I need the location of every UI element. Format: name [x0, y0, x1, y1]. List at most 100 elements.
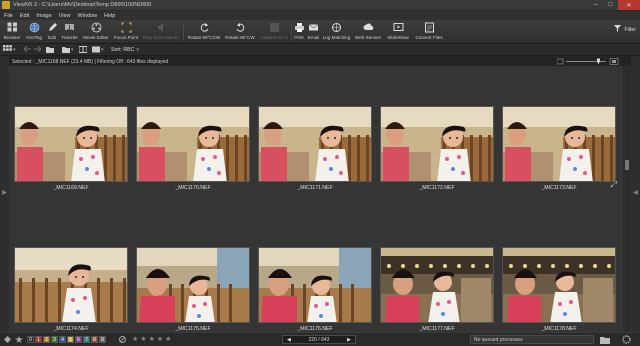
- thumbnail-item[interactable]: _MIC1169.NEF: [12, 106, 130, 222]
- thumbnail-image[interactable]: [136, 106, 250, 182]
- thumbnail-item[interactable]: _MIC1170.NEF: [134, 106, 252, 222]
- thumbnail-image[interactable]: [136, 247, 250, 323]
- rotate-cw-button[interactable]: Rotate 90°CW: [223, 21, 257, 43]
- thumbnail-view-button[interactable]: ▾: [3, 45, 16, 55]
- close-icon[interactable]: ✕: [618, 0, 640, 10]
- right-panel-strip[interactable]: ◀: [631, 56, 640, 332]
- next-page-icon[interactable]: ▶: [347, 337, 351, 343]
- thumbnail-image[interactable]: [502, 247, 616, 323]
- thumbnail-image[interactable]: [380, 247, 494, 323]
- vertical-scrollbar[interactable]: [623, 66, 631, 332]
- color-label-0[interactable]: 0: [27, 336, 34, 343]
- forward-button[interactable]: [34, 45, 42, 55]
- thumbnail-item[interactable]: _MIC1171.NEF: [256, 106, 374, 222]
- color-label-1[interactable]: 1: [35, 336, 42, 343]
- focus-point-button[interactable]: Focus Point: [112, 21, 140, 43]
- thumbnail-image[interactable]: [502, 106, 616, 182]
- chevron-down-icon: ▾: [101, 47, 104, 53]
- convert-files-button[interactable]: Convert Files: [412, 21, 446, 43]
- thumbnail-item[interactable]: _MIC1173.NEF: [500, 106, 618, 222]
- thumbnail-image[interactable]: [258, 106, 372, 182]
- rating-filter-button[interactable]: [15, 336, 23, 345]
- output-button[interactable]: [600, 335, 610, 346]
- clear-rating-button[interactable]: [119, 336, 126, 345]
- compare-icon: [78, 45, 88, 55]
- color-label-4[interactable]: 4: [59, 336, 66, 343]
- rating-stars: ★ ★ ★ ★ ★: [132, 335, 171, 343]
- folder-icon: [46, 46, 54, 55]
- toolbar-divider: [183, 23, 184, 41]
- sort-dropdown[interactable]: Sort: RBC ▾: [111, 45, 139, 55]
- menu-window[interactable]: Window: [77, 13, 97, 19]
- back-button[interactable]: [23, 45, 31, 55]
- star-icon[interactable]: ★: [140, 335, 146, 343]
- thumbnail-image[interactable]: [380, 106, 494, 182]
- color-label-8[interactable]: 8: [91, 336, 98, 343]
- rotate-ccw-button[interactable]: Rotate 90°CCW: [185, 21, 223, 43]
- move-button[interactable]: ▾: [62, 45, 74, 55]
- sort-label: Sort: RBC: [111, 47, 135, 53]
- print-label: Print: [294, 35, 304, 40]
- compare-button[interactable]: [78, 45, 88, 55]
- color-label-9[interactable]: 9: [99, 336, 106, 343]
- star-icon[interactable]: ★: [157, 335, 163, 343]
- left-panel-strip[interactable]: ▶: [0, 56, 9, 332]
- email-button[interactable]: Email: [306, 21, 321, 43]
- thumbnail-image[interactable]: [258, 247, 372, 323]
- thumbnail-filename: _MIC1170.NEF: [175, 185, 211, 191]
- print-button[interactable]: Print: [292, 21, 306, 43]
- minimize-icon[interactable]: –: [588, 0, 603, 10]
- print-icon: [293, 21, 305, 33]
- color-label-3[interactable]: 3: [51, 336, 58, 343]
- focus-point-label: Focus Point: [113, 35, 139, 40]
- log-matching-button[interactable]: Log Matching: [321, 21, 352, 43]
- slideshow-button[interactable]: SlideShow: [384, 21, 412, 43]
- email-icon: [308, 21, 320, 33]
- color-label-group: 0123456789: [27, 336, 106, 343]
- capture-nx-label: Capture NX 2: [260, 35, 288, 40]
- color-label-7[interactable]: 7: [83, 336, 90, 343]
- folder-button[interactable]: [46, 45, 54, 55]
- page-navigator: ◀ 220 / 643 ▶: [282, 335, 356, 344]
- menu-help[interactable]: Help: [104, 13, 115, 19]
- play-voice-memo-button[interactable]: Play Voice Memo: [140, 21, 182, 43]
- star-icon[interactable]: ★: [165, 335, 171, 343]
- tag-icon: [92, 46, 100, 55]
- geotag-button[interactable]: GeoTag: [23, 21, 45, 43]
- tag-button[interactable]: ▾: [92, 45, 104, 55]
- color-label-2[interactable]: 2: [43, 336, 50, 343]
- capture-nx-button[interactable]: Capture NX 2: [257, 21, 291, 43]
- color-label-5[interactable]: 5: [67, 336, 74, 343]
- thumbnail-item[interactable]: _MIC1172.NEF: [378, 106, 496, 222]
- star-icon[interactable]: ★: [149, 335, 155, 343]
- menu-view[interactable]: View: [59, 13, 71, 19]
- menu-image[interactable]: Image: [36, 13, 51, 19]
- settings-button[interactable]: [622, 335, 631, 346]
- log-matching-label: Log Matching: [322, 35, 351, 40]
- filter-toggle-button[interactable]: [4, 336, 11, 345]
- browser-button[interactable]: Browser: [2, 21, 22, 43]
- color-label-6[interactable]: 6: [75, 336, 82, 343]
- thumbnail-size-slider[interactable]: [556, 58, 619, 65]
- web-service-button[interactable]: Web Service: [352, 21, 384, 43]
- filter-button[interactable]: Filter: [614, 25, 636, 34]
- movie-editor-button[interactable]: Movie Editor: [80, 21, 112, 43]
- thumbnail-image[interactable]: [14, 247, 128, 323]
- transfer-button[interactable]: Transfer: [59, 21, 80, 43]
- no-rating-icon: [119, 336, 126, 345]
- expand-right-panel-icon[interactable]: ◀: [633, 188, 638, 196]
- star-icon[interactable]: ★: [132, 335, 138, 343]
- thumbnail-image[interactable]: [14, 106, 128, 182]
- selection-status: Selected : _MIC1168.NEF (23.4 MB) | Filt…: [12, 58, 169, 65]
- thumbnail-filename: _MIC1171.NEF: [297, 185, 333, 191]
- edit-button[interactable]: Edit: [45, 21, 59, 43]
- transfer-label: Transfer: [61, 35, 78, 40]
- expand-left-panel-icon[interactable]: ▶: [2, 188, 7, 196]
- previous-page-icon[interactable]: ◀: [287, 337, 291, 343]
- processing-queue-status[interactable]: No queued processes: [470, 335, 594, 344]
- menu-file[interactable]: File: [4, 13, 13, 19]
- scrollbar-thumb[interactable]: [625, 160, 629, 170]
- thumbnail-grid: ⤢ _MIC1169.NEF _MIC1170.NEF _MIC1171.NEF _M…: [9, 66, 623, 332]
- menu-edit[interactable]: Edit: [20, 13, 29, 19]
- maximize-icon[interactable]: □: [603, 0, 618, 10]
